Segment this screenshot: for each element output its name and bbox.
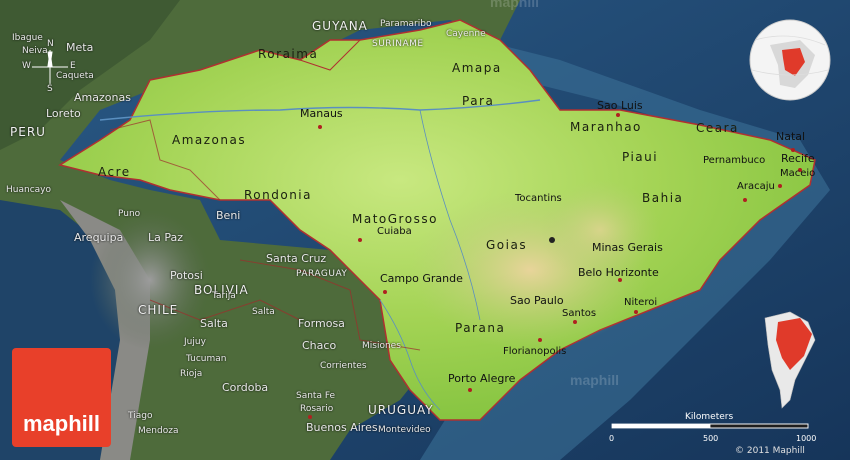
- city-label: Belo Horizonte: [578, 266, 659, 279]
- city-label: Porto Alegre: [448, 372, 516, 385]
- map-view: maphill maphill N S E W Roraima Amapa Pa…: [0, 0, 850, 460]
- region-label: Potosi: [170, 269, 203, 282]
- watermark: maphill: [570, 372, 620, 388]
- region-label: Formosa: [298, 317, 345, 330]
- region-label: Santa Cruz: [266, 252, 327, 265]
- country-label: CHILE: [138, 303, 179, 317]
- compass-w: W: [22, 61, 31, 71]
- region-label: Neiva: [22, 46, 48, 56]
- compass-n: N: [47, 39, 54, 49]
- copyright: © 2011 Maphill: [735, 446, 805, 456]
- state-label: Ceara: [696, 121, 739, 135]
- region-label: Jujuy: [184, 337, 206, 347]
- region-label: Arequipa: [74, 231, 124, 244]
- scale-tick: 1000: [796, 434, 817, 443]
- state-label: Parana: [455, 321, 506, 335]
- state-label: Acre: [98, 165, 131, 179]
- scale-tick: 500: [703, 434, 719, 443]
- city-label: Cuiaba: [377, 226, 412, 237]
- globe-locator: [749, 19, 831, 101]
- city-label: Recife: [781, 152, 815, 165]
- state-label: Amapa: [452, 61, 502, 75]
- region-label: Tiago: [128, 411, 153, 421]
- map-base: [0, 0, 850, 460]
- region-label: Amazonas: [74, 91, 131, 104]
- state-label: Minas Gerais: [592, 241, 663, 254]
- region-label: Cordoba: [222, 381, 269, 394]
- state-label: Sao Paulo: [510, 294, 564, 307]
- maphill-logo[interactable]: maphill: [12, 348, 111, 447]
- region-label: Ibague: [12, 33, 43, 43]
- region-label: Corrientes: [320, 361, 367, 371]
- scale-tick: 0: [609, 434, 615, 443]
- state-label: Tocantins: [515, 193, 562, 204]
- scale-bar: [611, 423, 809, 429]
- country-label: PERU: [10, 125, 46, 139]
- region-label: Mendoza: [138, 426, 179, 436]
- state-label: Goias: [486, 238, 528, 252]
- city-label: Campo Grande: [380, 272, 463, 285]
- country-label: PARAGUAY: [296, 269, 348, 279]
- city-label: Natal: [776, 130, 806, 143]
- region-label: Rioja: [180, 369, 203, 379]
- country-label: URUGUAY: [368, 403, 434, 417]
- region-label: Cayenne: [446, 29, 486, 39]
- region-label: Salta: [200, 317, 228, 330]
- state-label: Rondonia: [244, 188, 312, 202]
- region-label: Puno: [118, 209, 141, 219]
- city-label: Niteroi: [624, 297, 658, 308]
- region-label: Paramaribo: [380, 19, 432, 29]
- region-label: Salta: [252, 307, 275, 317]
- city-label: Manaus: [300, 107, 343, 120]
- region-label: Loreto: [46, 107, 81, 120]
- state-label: Roraima: [258, 47, 319, 61]
- country-label: SURINAME: [372, 39, 424, 49]
- state-label: Piaui: [622, 150, 659, 164]
- region-label: Buenos Aires: [306, 421, 378, 434]
- compass-s: S: [47, 84, 53, 94]
- scale-title: Kilometers: [685, 412, 734, 422]
- region-label: Huancayo: [6, 185, 51, 195]
- country-label: GUYANA: [312, 19, 368, 33]
- region-label: Caqueta: [56, 71, 94, 81]
- region-label: La Paz: [148, 231, 184, 244]
- state-label: Bahia: [642, 191, 684, 205]
- region-label: Tucuman: [186, 354, 227, 364]
- city-label: Aracaju: [737, 181, 775, 192]
- state-label: Maranhao: [570, 120, 642, 134]
- region-label: Chaco: [302, 339, 337, 352]
- state-label: Para: [462, 94, 495, 108]
- state-label: Amazonas: [172, 133, 247, 147]
- watermark: maphill: [490, 0, 540, 10]
- compass-e: E: [70, 61, 76, 71]
- region-label: Rosario: [300, 404, 334, 414]
- state-label: MatoGrosso: [352, 212, 438, 226]
- region-label: Beni: [216, 209, 241, 222]
- city-label: Santos: [562, 308, 597, 319]
- logo-text: maphill: [22, 411, 100, 436]
- city-label: Maceio: [780, 168, 816, 179]
- region-label: Misiones: [362, 341, 401, 351]
- region-label: Santa Fe: [296, 391, 336, 401]
- city-label: Pernambuco: [703, 155, 766, 166]
- city-label: Florianopolis: [503, 346, 567, 357]
- region-label: Meta: [66, 41, 94, 54]
- region-label: Montevideo: [378, 425, 431, 435]
- region-label: Tarija: [212, 291, 236, 301]
- city-label: Sao Luis: [597, 99, 643, 112]
